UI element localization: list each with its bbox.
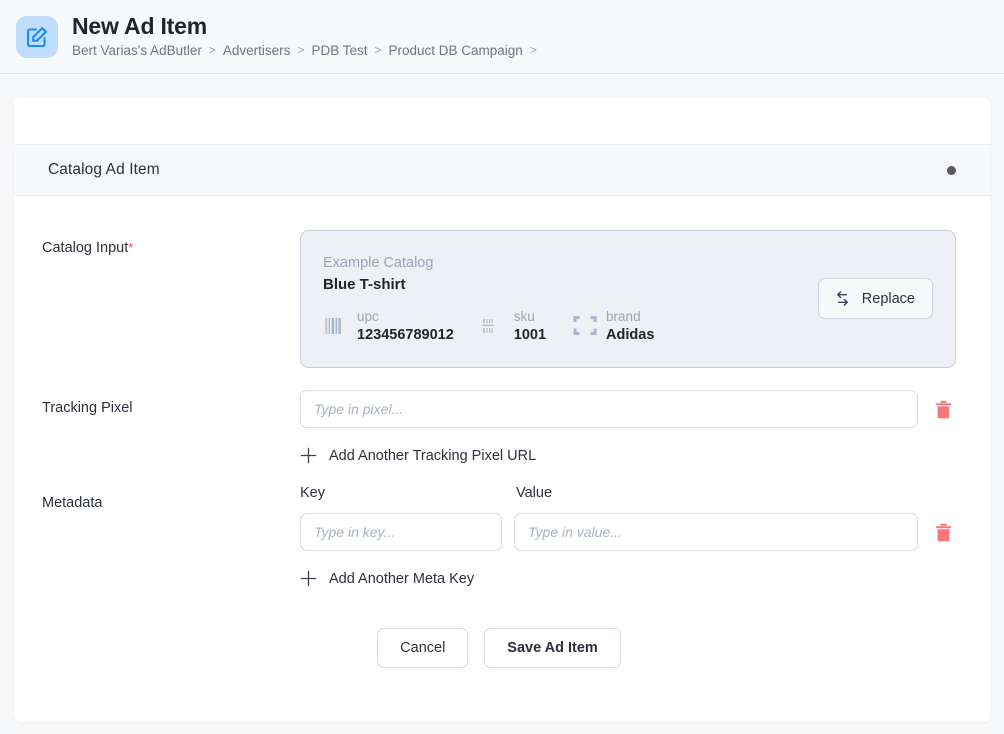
catalog-attribute-upc-key: upc (357, 308, 379, 324)
metadata-key-header: Key (300, 485, 325, 501)
form-row-metadata: Metadata Key Value Type in key... Type i… (42, 485, 956, 592)
catalog-attribute-brand: brand Adidas (572, 309, 654, 344)
plus-icon (300, 570, 317, 587)
form-row-catalog-input: Catalog Input* Example Catalog Blue T-sh… (42, 230, 956, 368)
catalog-attribute-upc-text: upc 123456789012 (357, 309, 454, 344)
page-body: Catalog Ad Item Catalog Input* Example C… (0, 74, 1004, 722)
add-metadata-label: Add Another Meta Key (329, 570, 475, 587)
section-status-dot[interactable] (947, 165, 956, 175)
catalog-selection-card[interactable]: Example Catalog Blue T-shirt upc 1234567… (300, 230, 956, 368)
catalog-attribute-sku-key: sku (513, 308, 535, 324)
form-actions: Cancel Save Ad Item (42, 628, 956, 668)
delete-tracking-pixel-button[interactable] (930, 394, 956, 424)
scan-frame-icon (573, 316, 597, 336)
catalog-input-label-text: Catalog Input (42, 240, 129, 256)
breadcrumb-item-0[interactable]: Bert Varias's AdButler (72, 43, 202, 59)
catalog-attributes: upc 123456789012 sku 1001 brand Adidas (323, 309, 654, 344)
section-header-catalog-ad-item: Catalog Ad Item (14, 144, 990, 196)
barcode-icon (325, 318, 341, 335)
cancel-button[interactable]: Cancel (377, 628, 469, 668)
catalog-attribute-brand-key: brand (606, 308, 641, 324)
catalog-attribute-sku-text: sku 1001 (514, 309, 546, 344)
page-header: New Ad Item Bert Varias's AdButler > Adv… (0, 0, 1004, 74)
required-asterisk: * (128, 240, 134, 255)
delete-metadata-row-button[interactable] (930, 517, 956, 547)
breadcrumb: Bert Varias's AdButler > Advertisers > P… (72, 43, 537, 59)
section-title: Catalog Ad Item (48, 161, 160, 178)
breadcrumb-separator: > (297, 43, 305, 58)
trash-icon (935, 400, 951, 418)
form-row-tracking-pixel: Tracking Pixel Type in pixel... Add Anot… (42, 390, 956, 469)
sku-barcode-icon (482, 319, 494, 334)
breadcrumb-separator: > (208, 43, 216, 58)
plus-icon (300, 447, 317, 464)
catalog-product-name: Blue T-shirt (323, 275, 406, 293)
replace-catalog-button[interactable]: Replace (817, 278, 933, 319)
tracking-pixel-field: Add Another Tracking Pixel URL (300, 390, 956, 469)
catalog-attribute-brand-text: brand Adidas (606, 309, 654, 344)
catalog-attribute-upc-value: 123456789012 (357, 326, 454, 343)
ad-item-form: Catalog Input* Example Catalog Blue T-sh… (14, 196, 990, 668)
metadata-value-header: Value (516, 485, 553, 501)
breadcrumb-item-1[interactable]: Advertisers (223, 43, 291, 59)
replace-catalog-button-label: Replace (861, 290, 915, 307)
metadata-key-wrapper (300, 513, 502, 551)
metadata-value-wrapper (514, 513, 918, 551)
metadata-label: Metadata (42, 495, 103, 511)
trash-icon (935, 523, 951, 541)
metadata-column-headers: Key Value (300, 485, 956, 501)
catalog-source-name: Example Catalog (323, 255, 434, 272)
add-tracking-pixel-label: Add Another Tracking Pixel URL (329, 447, 537, 464)
card-top-spacer (14, 98, 990, 144)
breadcrumb-item-3[interactable]: Product DB Campaign (389, 43, 523, 59)
catalog-card-details: Example Catalog Blue T-shirt upc 1234567… (323, 253, 654, 344)
catalog-input-field: Example Catalog Blue T-shirt upc 1234567… (300, 230, 956, 368)
catalog-attribute-sku-value: 1001 (513, 326, 547, 343)
metadata-field: Key Value Type in key... Type in value..… (300, 485, 956, 592)
metadata-input-row (300, 513, 956, 551)
breadcrumb-item-2[interactable]: PDB Test (311, 43, 367, 59)
catalog-attribute-upc: upc 123456789012 (323, 309, 454, 344)
tracking-pixel-label: Tracking Pixel (42, 400, 133, 416)
compose-edit-icon (16, 15, 58, 58)
swap-arrows-icon (836, 291, 848, 306)
add-metadata-button[interactable]: Add Another Meta Key (300, 570, 474, 587)
catalog-attribute-sku: sku 1001 (480, 309, 546, 344)
breadcrumb-separator: > (529, 43, 537, 58)
catalog-attribute-brand-value: Adidas (606, 326, 655, 343)
metadata-key-input[interactable] (300, 513, 502, 551)
breadcrumb-separator: > (374, 43, 382, 58)
tracking-pixel-input[interactable] (300, 390, 918, 428)
add-tracking-pixel-button[interactable]: Add Another Tracking Pixel URL (300, 447, 536, 464)
save-ad-item-button[interactable]: Save Ad Item (484, 628, 621, 668)
metadata-value-input[interactable] (514, 513, 918, 551)
tracking-pixel-input-line (300, 390, 956, 428)
ad-item-card: Catalog Ad Item Catalog Input* Example C… (14, 98, 990, 722)
catalog-input-label: Catalog Input* (42, 230, 300, 256)
page-title: New Ad Item (72, 13, 207, 40)
